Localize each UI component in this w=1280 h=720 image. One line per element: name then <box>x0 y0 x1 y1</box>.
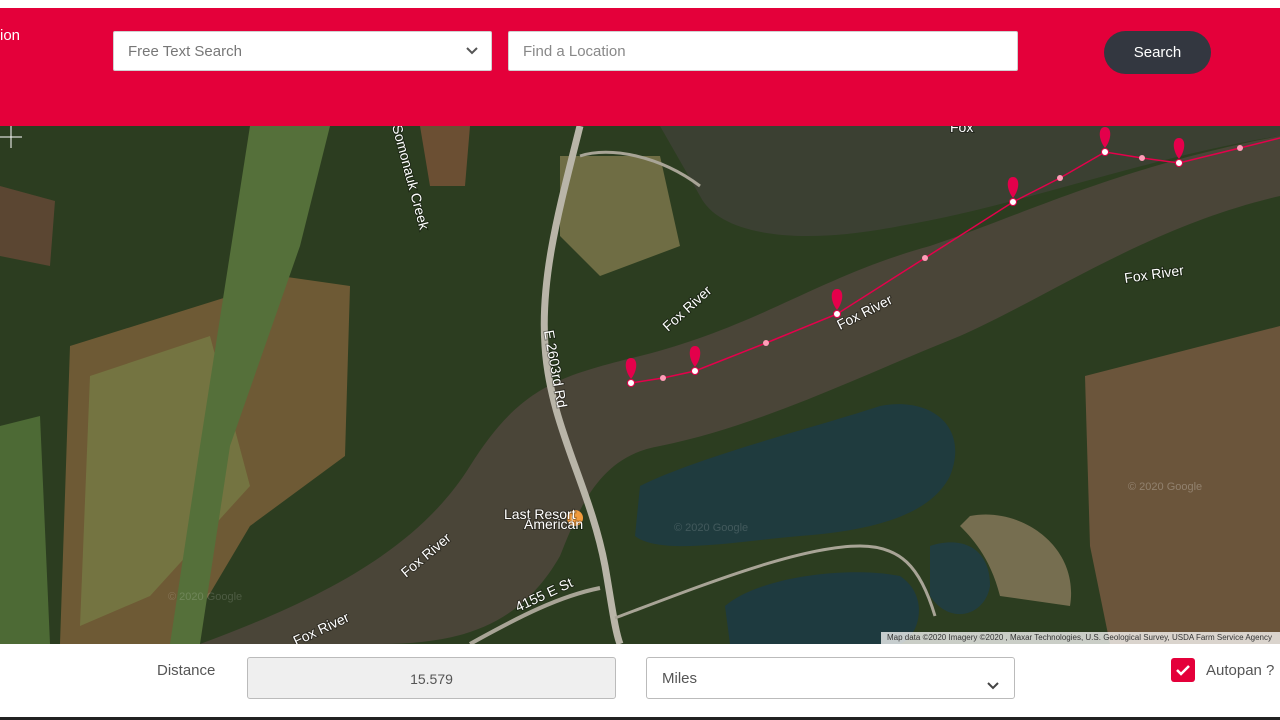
find-location-input[interactable] <box>508 31 1018 71</box>
route-midpoint[interactable] <box>1237 145 1243 151</box>
checkmark-icon <box>1176 665 1190 676</box>
route-pin-2[interactable] <box>689 346 701 375</box>
label-poi-type: American <box>524 516 583 532</box>
search-button[interactable]: Search <box>1104 31 1211 74</box>
chevron-down-icon <box>987 682 999 690</box>
units-select[interactable]: Miles <box>646 657 1015 699</box>
watermark-1: © 2020 Google <box>1128 481 1202 493</box>
route-midpoint[interactable] <box>922 255 928 261</box>
app-title-fragment: ion <box>0 27 21 44</box>
route-midpoint[interactable] <box>660 375 666 381</box>
header-bar: ion Free Text Search Search <box>0 8 1280 126</box>
free-text-search-value: Free Text Search <box>128 42 242 60</box>
chevron-down-icon <box>466 47 478 55</box>
route-midpoint[interactable] <box>1057 175 1063 181</box>
label-fox-top: Fox <box>950 126 973 135</box>
route-midpoint[interactable] <box>1139 155 1145 161</box>
distance-label: Distance <box>157 662 216 679</box>
units-value: Miles <box>662 670 698 687</box>
footer-panel: Distance 15.579 Miles Autopan ? <box>0 644 1280 720</box>
route-midpoint[interactable] <box>763 340 769 346</box>
autopan-checkbox[interactable] <box>1171 658 1195 682</box>
watermark-3: © 2020 Google <box>168 591 242 603</box>
route-pin-3[interactable] <box>831 289 843 318</box>
free-text-search-select[interactable]: Free Text Search <box>113 31 492 71</box>
satellite-map: | Somonauk Creek E 2603rd Rd Fox River F… <box>0 126 1280 644</box>
top-strip <box>0 0 1280 8</box>
map-attribution[interactable]: Map data ©2020 Imagery ©2020 , Maxar Tec… <box>880 632 1280 644</box>
autopan-label: Autopan ? <box>1206 662 1275 679</box>
crosshair-icon <box>0 126 22 148</box>
route-pin-6[interactable] <box>1173 138 1185 167</box>
map-view[interactable]: | Somonauk Creek E 2603rd Rd Fox River F… <box>0 126 1280 644</box>
distance-field: 15.579 <box>247 657 616 699</box>
watermark-2: © 2020 Google <box>674 522 748 534</box>
route-pin-5[interactable] <box>1099 127 1111 156</box>
route-pin-4[interactable] <box>1007 177 1019 206</box>
route-pin-1[interactable] <box>625 358 637 387</box>
